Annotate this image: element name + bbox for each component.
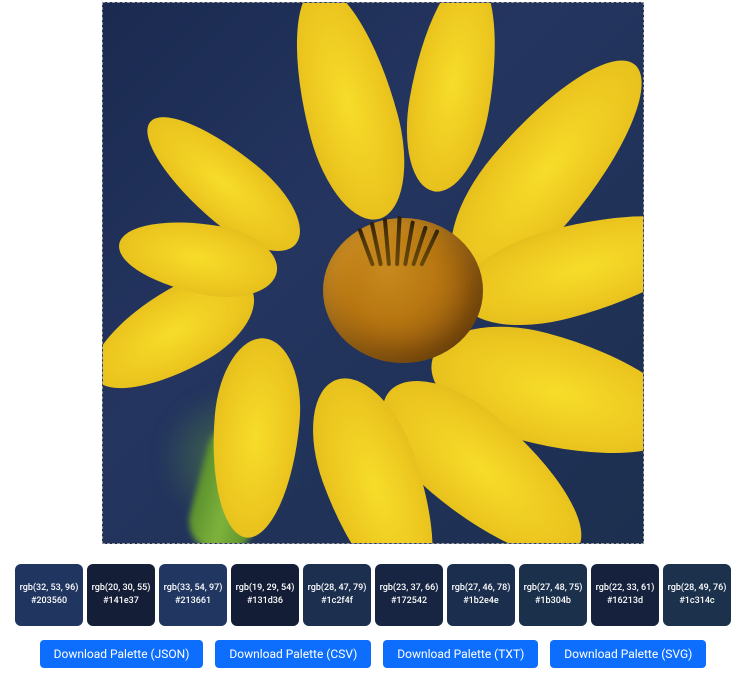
swatch-rgb-label: rgb(27, 48, 75) — [524, 582, 583, 595]
swatch-hex-label: #141e37 — [103, 595, 139, 608]
palette-swatch[interactable]: rgb(27, 48, 75)#1b304b — [519, 564, 587, 626]
palette-swatch[interactable]: rgb(27, 46, 78)#1b2e4e — [447, 564, 515, 626]
palette-swatch[interactable]: rgb(22, 33, 61)#16213d — [591, 564, 659, 626]
swatch-hex-label: #131d36 — [247, 595, 283, 608]
swatch-hex-label: #203560 — [31, 595, 67, 608]
swatch-rgb-label: rgb(28, 47, 79) — [308, 582, 367, 595]
download-svg-button[interactable]: Download Palette (SVG) — [550, 640, 706, 668]
swatch-rgb-label: rgb(23, 37, 66) — [380, 582, 439, 595]
download-json-button[interactable]: Download Palette (JSON) — [40, 640, 204, 668]
palette-swatch[interactable]: rgb(33, 54, 97)#213661 — [159, 564, 227, 626]
swatch-rgb-label: rgb(28, 49, 76) — [668, 582, 727, 595]
palette-swatch[interactable]: rgb(28, 47, 79)#1c2f4f — [303, 564, 371, 626]
palette-swatch[interactable]: rgb(23, 37, 66)#172542 — [375, 564, 443, 626]
swatch-rgb-label: rgb(33, 54, 97) — [164, 582, 223, 595]
swatch-rgb-label: rgb(27, 46, 78) — [452, 582, 511, 595]
swatch-rgb-label: rgb(22, 33, 61) — [596, 582, 655, 595]
image-preview — [102, 2, 644, 544]
swatch-rgb-label: rgb(19, 29, 54) — [236, 582, 295, 595]
palette-swatch[interactable]: rgb(19, 29, 54)#131d36 — [231, 564, 299, 626]
swatch-hex-label: #1b2e4e — [463, 595, 498, 608]
swatch-rgb-label: rgb(32, 53, 96) — [20, 582, 79, 595]
swatch-hex-label: #213661 — [175, 595, 211, 608]
download-csv-button[interactable]: Download Palette (CSV) — [215, 640, 371, 668]
palette-swatch[interactable]: rgb(32, 53, 96)#203560 — [15, 564, 83, 626]
download-txt-button[interactable]: Download Palette (TXT) — [383, 640, 538, 668]
swatch-hex-label: #1c2f4f — [321, 595, 353, 608]
download-button-row: Download Palette (JSON) Download Palette… — [0, 640, 746, 668]
palette-swatch[interactable]: rgb(20, 30, 55)#141e37 — [87, 564, 155, 626]
palette-swatch[interactable]: rgb(28, 49, 76)#1c314c — [663, 564, 731, 626]
swatch-rgb-label: rgb(20, 30, 55) — [92, 582, 151, 595]
swatch-hex-label: #172542 — [391, 595, 427, 608]
swatch-hex-label: #1c314c — [679, 595, 714, 608]
swatch-hex-label: #1b304b — [535, 595, 571, 608]
palette-row: rgb(32, 53, 96)#203560rgb(20, 30, 55)#14… — [0, 564, 746, 626]
swatch-hex-label: #16213d — [607, 595, 643, 608]
